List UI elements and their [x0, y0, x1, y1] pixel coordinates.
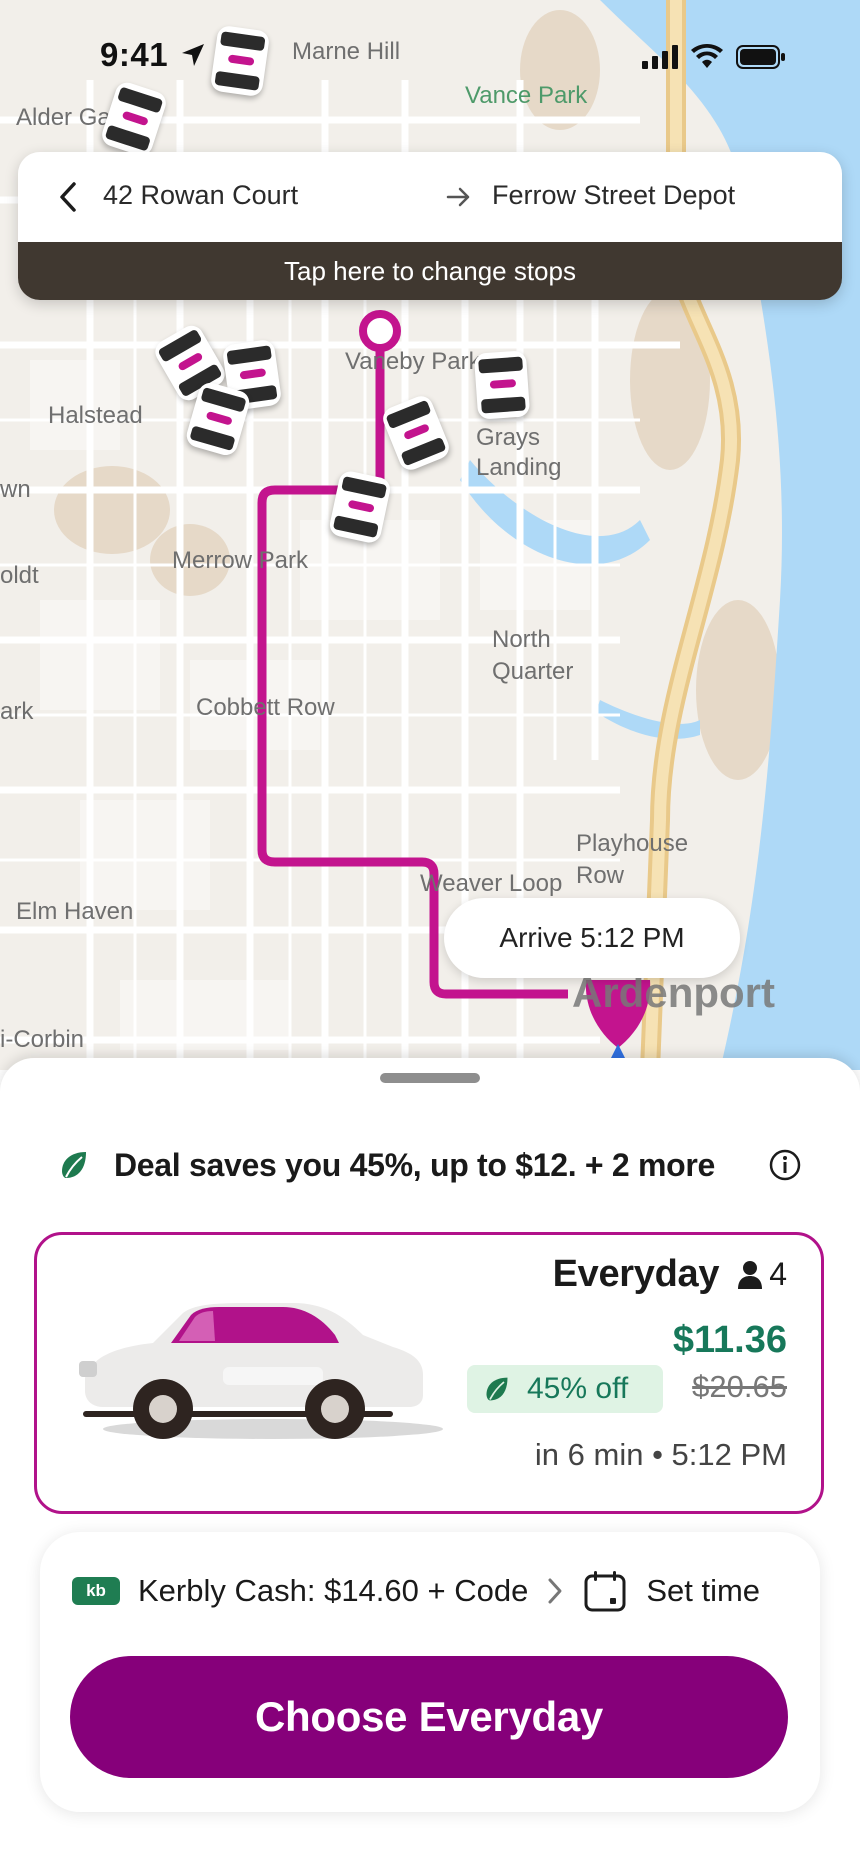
leaf-icon [486, 1377, 508, 1401]
origin-address[interactable]: 42 Rowan Court [103, 180, 298, 211]
taxi-icon[interactable] [473, 350, 531, 420]
map-label: Vaneby Park [345, 348, 481, 375]
checkout-panel: kb Kerbly Cash: $14.60 + Code Set time C… [40, 1532, 820, 1812]
pickup-eta: in 6 min • 5:12 PM [534, 1437, 787, 1472]
taxi-icon[interactable] [209, 24, 271, 98]
discount-label: 45% off [527, 1372, 629, 1405]
kerbly-cash-badge: kb [72, 1577, 120, 1605]
map-label: Elm Haven [16, 898, 134, 925]
ride-option-everyday[interactable]: Everyday 4 $11.36 45% off $20.65 in 6 mi… [34, 1232, 824, 1514]
map-label: Vance Park [465, 82, 588, 109]
change-stops-banner[interactable]: Tap here to change stops [18, 242, 842, 300]
map-label: Landing [476, 454, 562, 481]
location-arrow-icon [182, 44, 204, 66]
map-label: Weaver Loop [420, 870, 563, 897]
map-label: Playhouse [576, 830, 689, 857]
chevron-right-icon[interactable] [544, 1576, 566, 1606]
status-time: 9:41 [100, 36, 169, 73]
payment-row: kb Kerbly Cash: $14.60 + Code Set time [72, 1568, 802, 1614]
info-icon[interactable] [768, 1148, 802, 1182]
wifi-icon [691, 44, 723, 68]
set-time-button[interactable]: Set time [646, 1573, 760, 1609]
status-indicators [642, 44, 786, 70]
back-chevron-icon[interactable] [52, 180, 86, 214]
calendar-icon[interactable] [582, 1568, 628, 1614]
map-label: Merrow Park [172, 547, 309, 574]
ride-options-sheet[interactable]: Deal saves you 45%, up to $12. + 2 more … [0, 1058, 860, 1864]
map-label: ark [0, 698, 34, 725]
original-price: $20.65 [692, 1369, 787, 1404]
ride-option-name: Everyday [552, 1253, 720, 1295]
cellular-signal-icon [642, 45, 678, 69]
map-label: North [492, 626, 551, 653]
map-label: Quarter [492, 658, 574, 685]
ride-option-header: Everyday 4 [553, 1253, 787, 1296]
map-label: Cobbett Row [196, 694, 335, 721]
map-label: i-Corbin [0, 1026, 85, 1053]
map-label: Halstead [48, 402, 143, 429]
deal-text: Deal saves you 45%, up to $12. + 2 more [114, 1146, 716, 1183]
destination-address[interactable]: Ferrow Street Depot [492, 180, 735, 211]
discounted-price: $11.36 [672, 1319, 787, 1361]
arrival-time-bubble: Arrive 5:12 PM [444, 898, 740, 978]
choose-ride-button[interactable]: Choose Everyday [70, 1656, 788, 1778]
payment-method[interactable]: Kerbly Cash: $14.60 + Code [138, 1573, 528, 1609]
sheet-drag-handle[interactable] [380, 1073, 480, 1083]
route-card-stops[interactable]: 42 Rowan Court Ferrow Street Depot [18, 152, 842, 242]
map-label: wn [0, 476, 31, 503]
discount-badge: 45% off [467, 1365, 663, 1413]
map-view[interactable]: Marne Hill Vance Park Alder Gate Vaneby … [0, 0, 860, 1070]
seat-count: 4 [769, 1256, 787, 1292]
car-icon [79, 1303, 443, 1439]
map-label: Marne Hill [292, 38, 401, 65]
battery-icon [736, 45, 785, 69]
deal-banner[interactable]: Deal saves you 45%, up to $12. + 2 more [58, 1140, 808, 1190]
person-icon [738, 1260, 763, 1289]
arrow-right-icon [446, 187, 470, 207]
route-card[interactable]: 42 Rowan Court Ferrow Street Depot Tap h… [18, 152, 842, 300]
map-label: Row [576, 862, 625, 889]
map-label: Grays [476, 424, 541, 451]
leaf-icon [62, 1152, 86, 1178]
map-label: oldt [0, 562, 39, 589]
